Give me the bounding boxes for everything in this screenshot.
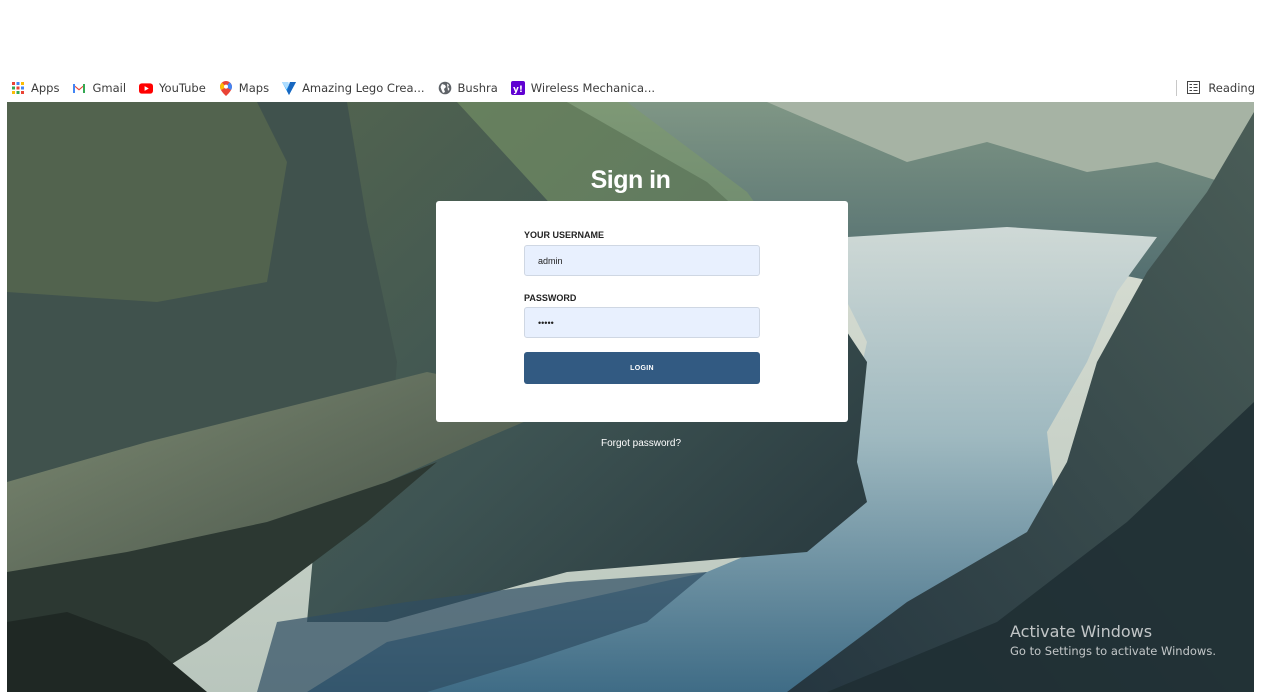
reading-list-label: Reading bbox=[1208, 81, 1255, 95]
maps-pin-icon bbox=[219, 80, 233, 96]
youtube-icon bbox=[139, 81, 154, 95]
bookmark-bushra[interactable]: Bushra bbox=[438, 81, 498, 95]
activate-windows-watermark: Activate Windows Go to Settings to activ… bbox=[1010, 622, 1216, 658]
bookmark-label: Amazing Lego Crea... bbox=[302, 81, 425, 95]
vuetify-icon bbox=[282, 81, 297, 95]
bookmark-label: Apps bbox=[31, 81, 60, 95]
bookmark-label: Bushra bbox=[457, 81, 498, 95]
bookmark-youtube[interactable]: YouTube bbox=[139, 81, 206, 95]
page-title: Sign in bbox=[590, 166, 671, 194]
svg-text:y!: y! bbox=[513, 85, 523, 95]
apps-grid-icon bbox=[11, 81, 25, 95]
bookmark-wireless-mechanica[interactable]: y! Wireless Mechanica... bbox=[510, 81, 656, 95]
watermark-subtitle: Go to Settings to activate Windows. bbox=[1010, 644, 1216, 658]
bookmark-label: Maps bbox=[238, 81, 270, 95]
reading-list-button[interactable]: Reading bbox=[1176, 74, 1255, 102]
bookmark-label: Gmail bbox=[92, 81, 127, 95]
bookmark-label: Wireless Mechanica... bbox=[530, 81, 656, 95]
password-input[interactable] bbox=[524, 307, 760, 338]
bookmark-maps[interactable]: Maps bbox=[219, 80, 270, 96]
bookmark-gmail[interactable]: Gmail bbox=[72, 81, 126, 95]
gmail-icon bbox=[72, 81, 86, 95]
username-label: YOUR USERNAME bbox=[524, 230, 605, 240]
yahoo-icon: y! bbox=[510, 81, 525, 95]
password-label: PASSWORD bbox=[524, 293, 577, 303]
globe-icon bbox=[438, 81, 452, 95]
bookmark-label: YouTube bbox=[159, 81, 206, 95]
forgot-password-link[interactable]: Forgot password? bbox=[0, 438, 1261, 449]
bookmark-amazing-lego[interactable]: Amazing Lego Crea... bbox=[282, 81, 425, 95]
login-card: YOUR USERNAME PASSWORD LOGIN bbox=[436, 201, 848, 422]
login-button[interactable]: LOGIN bbox=[524, 352, 760, 384]
bookmark-apps[interactable]: Apps bbox=[11, 81, 59, 95]
bookmarks-bar: Apps Gmail YouTube Maps Amazing Lego Cre… bbox=[0, 74, 1261, 102]
watermark-title: Activate Windows bbox=[1010, 622, 1153, 641]
divider bbox=[1176, 80, 1178, 96]
username-input[interactable] bbox=[524, 245, 760, 276]
reading-list-icon bbox=[1187, 81, 1201, 95]
